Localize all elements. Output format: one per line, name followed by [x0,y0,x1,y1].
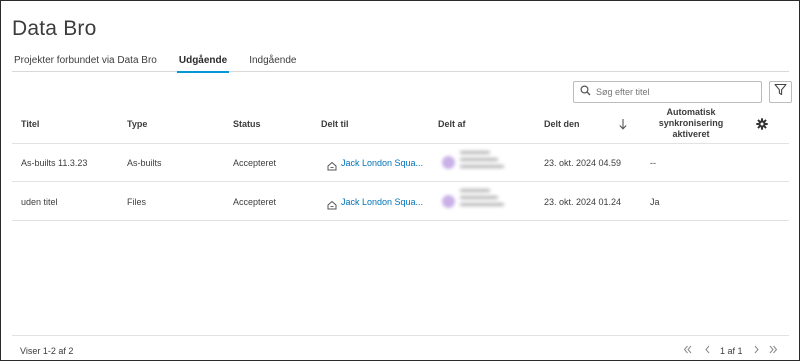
row-type: As-builts [127,158,162,168]
first-page-icon[interactable] [682,344,693,357]
column-header-shared-on[interactable]: Delt den [544,119,580,129]
search-icon [580,83,591,101]
tab-incoming[interactable]: Indgående [247,54,298,72]
page-indicator: 1 af 1 [720,346,743,356]
column-header-shared-to[interactable]: Delt til [321,119,349,129]
row-status: Accepteret [233,158,277,168]
tab-bar: Projekter forbundet via Data Bro Udgåend… [12,54,789,73]
row-auto-sync: -- [650,158,656,168]
column-header-title[interactable]: Titel [21,119,39,129]
footer-divider [12,335,789,336]
header-divider [12,143,789,144]
row-title[interactable]: As-builts 11.3.23 [21,158,87,168]
gear-icon[interactable] [756,117,768,135]
arrow-down-icon[interactable] [618,117,628,135]
result-count: Viser 1-2 af 2 [20,346,74,356]
row-shared-on: 23. okt. 2024 04.59 [544,158,622,168]
last-page-icon[interactable] [768,344,779,357]
app-window: Data Bro Projekter forbundet via Data Br… [0,0,800,361]
filter-icon [774,83,787,101]
page-title: Data Bro [12,17,97,40]
shared-by-user [460,151,506,172]
row-status: Accepteret [233,197,277,207]
shared-by-user [460,189,506,210]
column-header-type[interactable]: Type [127,119,147,129]
column-header-status[interactable]: Status [233,119,261,129]
tab-outgoing[interactable]: Udgående [176,54,230,73]
row-shared-to-link[interactable]: Jack London Squa... [341,158,423,168]
next-page-icon[interactable] [751,344,762,357]
column-header-shared-by[interactable]: Delt af [438,119,466,129]
previous-page-icon[interactable] [702,344,713,357]
avatar [442,156,455,169]
project-icon [327,158,337,176]
filter-button[interactable] [769,81,792,103]
row-type: Files [127,197,147,207]
search-box[interactable] [573,81,762,103]
row-shared-to-link[interactable]: Jack London Squa... [341,197,423,207]
row-divider [12,181,789,182]
row-title[interactable]: uden titel [21,197,58,207]
project-icon [327,197,337,215]
row-divider [12,220,789,221]
search-input[interactable] [596,87,756,97]
row-auto-sync: Ja [650,197,660,207]
row-shared-on: 23. okt. 2024 01.24 [544,197,622,207]
tab-projects-connected[interactable]: Projekter forbundet via Data Bro [12,54,159,72]
column-header-auto-sync[interactable]: Automatisk synkronisering aktiveret [646,107,736,140]
avatar [442,195,455,208]
